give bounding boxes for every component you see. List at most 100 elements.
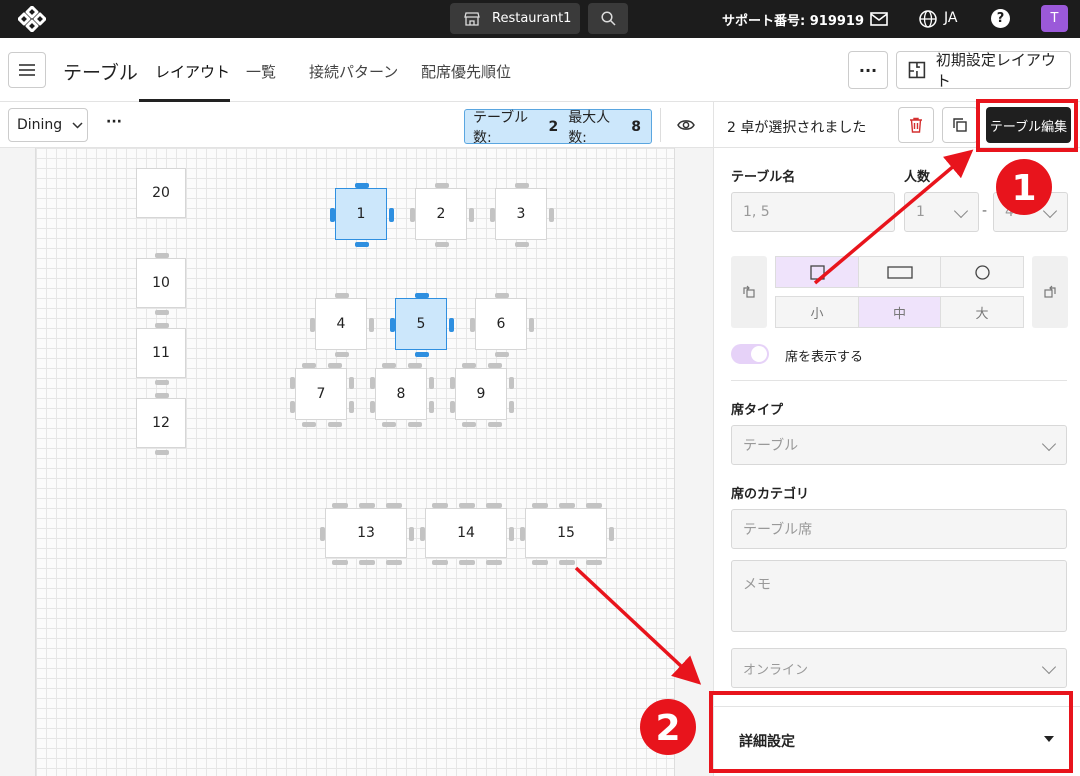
online-value: オンライン	[743, 662, 809, 678]
chair	[390, 318, 395, 332]
table-12[interactable]: 12	[136, 393, 186, 455]
size-medium-button[interactable]: 中	[858, 296, 941, 328]
language-selector[interactable]: JA	[944, 10, 957, 26]
chair	[332, 503, 348, 508]
area-select[interactable]: Dining	[8, 108, 88, 142]
table-label: 20	[152, 185, 170, 201]
table-4[interactable]: 4	[310, 293, 374, 357]
canvas-toolbar: Dining ··· テーブル数: 2 最大人数: 8	[0, 102, 713, 148]
shape-circle-button[interactable]	[940, 256, 1024, 288]
tab-layout[interactable]: レイアウト	[155, 61, 230, 82]
online-select[interactable]: オンライン	[731, 648, 1067, 688]
size-large-button[interactable]: 大	[940, 296, 1024, 328]
table-9[interactable]: 9	[450, 363, 514, 427]
layout-canvas[interactable]: 20 1 2 3 10 11 4 5 6 7 8 9 12 13 14 15	[35, 148, 675, 776]
shape-rectangle-button[interactable]	[858, 256, 941, 288]
chair	[459, 560, 475, 565]
show-seats-toggle[interactable]	[731, 344, 769, 364]
people-max-select[interactable]: 4	[993, 192, 1068, 232]
chair	[382, 422, 396, 427]
tab-seating-priority[interactable]: 配席優先順位	[421, 61, 511, 82]
tab-list[interactable]: 一覧	[246, 61, 276, 82]
table-count-badge: テーブル数: 2 最大人数: 8	[464, 109, 652, 146]
table-11[interactable]: 11	[136, 323, 186, 385]
rotate-right-icon	[1044, 285, 1056, 298]
rotate-right-button[interactable]	[1032, 256, 1068, 328]
user-avatar[interactable]: T	[1041, 5, 1068, 32]
shape-square-button[interactable]	[775, 256, 859, 288]
table-10[interactable]: 10	[136, 253, 186, 315]
chair	[328, 422, 342, 427]
people-min-select[interactable]: 1	[904, 192, 979, 232]
delete-button[interactable]	[898, 107, 934, 143]
chair	[349, 401, 354, 413]
table-1[interactable]: 1	[330, 183, 394, 247]
eye-icon[interactable]	[677, 116, 695, 134]
edit-table-button[interactable]: テーブル編集	[986, 107, 1071, 143]
help-icon[interactable]: ?	[991, 9, 1010, 28]
chair	[408, 422, 422, 427]
chair	[609, 527, 614, 541]
chair	[386, 560, 402, 565]
table-15[interactable]: 15	[520, 503, 614, 565]
mail-icon[interactable]	[869, 9, 889, 29]
table-8[interactable]: 8	[370, 363, 434, 427]
table-label: 3	[516, 206, 526, 222]
table-label: 9	[476, 386, 486, 402]
table-label: 5	[416, 316, 426, 332]
chair	[389, 208, 394, 222]
table-20[interactable]: 20	[136, 168, 186, 218]
seat-type-label: 席タイプ	[731, 403, 784, 418]
table-count-label: テーブル数:	[473, 109, 529, 146]
table-properties-panel: 2 卓が選択されました テーブル編集 テーブル名 人数 1, 5 1 - 4 小…	[713, 102, 1080, 776]
chair	[495, 293, 509, 298]
chair	[459, 503, 475, 508]
table-2[interactable]: 2	[410, 183, 474, 247]
size-small-button[interactable]: 小	[775, 296, 859, 328]
app-logo-icon[interactable]	[18, 6, 46, 32]
table-7[interactable]: 7	[290, 363, 354, 427]
tab-connection-patterns[interactable]: 接続パターン	[309, 61, 398, 82]
seat-type-select[interactable]: テーブル	[731, 425, 1067, 465]
chair	[462, 422, 476, 427]
search-button[interactable]	[588, 3, 628, 34]
chair	[355, 183, 369, 188]
default-layout-button[interactable]: 初期設定レイアウト	[896, 51, 1071, 90]
toolbar-more-button[interactable]: ···	[106, 114, 122, 130]
table-label: 1	[356, 206, 366, 222]
globe-icon[interactable]	[918, 9, 938, 29]
copy-icon	[953, 118, 967, 132]
store-selector[interactable]: Restaurant1	[450, 3, 580, 34]
table-3[interactable]: 3	[490, 183, 554, 247]
support-number: サポート番号: 919919	[722, 14, 864, 29]
chair	[486, 560, 502, 565]
hamburger-menu-button[interactable]	[8, 52, 46, 88]
chair	[408, 363, 422, 368]
chair	[532, 503, 548, 508]
seat-category-label: 席のカテゴリ	[731, 487, 810, 502]
chevron-down-icon	[72, 121, 83, 129]
chair	[429, 377, 434, 389]
chair	[386, 503, 402, 508]
seat-category-input[interactable]: テーブル席	[731, 509, 1067, 549]
advanced-settings-row[interactable]: 詳細設定	[714, 706, 1080, 776]
caret-down-icon	[1044, 736, 1054, 742]
table-13[interactable]: 13	[320, 503, 414, 565]
chair	[450, 377, 455, 389]
chair	[370, 401, 375, 413]
chevron-down-icon	[953, 203, 969, 219]
table-5[interactable]: 5	[390, 293, 454, 357]
chair	[415, 293, 429, 298]
table-6[interactable]: 6	[470, 293, 534, 357]
header-more-button[interactable]: ···	[848, 51, 888, 89]
table-name-input[interactable]: 1, 5	[731, 192, 895, 232]
memo-textarea[interactable]: メモ	[731, 560, 1067, 632]
duplicate-button[interactable]	[942, 107, 978, 143]
table-label: 13	[357, 525, 375, 541]
chair	[290, 401, 295, 413]
table-14[interactable]: 14	[420, 503, 514, 565]
rotate-left-button[interactable]	[731, 256, 767, 328]
chair	[470, 318, 475, 332]
page-header: テーブル レイアウト 一覧 接続パターン 配席優先順位 ··· 初期設定レイアウ…	[0, 38, 1080, 102]
chair	[586, 503, 602, 508]
